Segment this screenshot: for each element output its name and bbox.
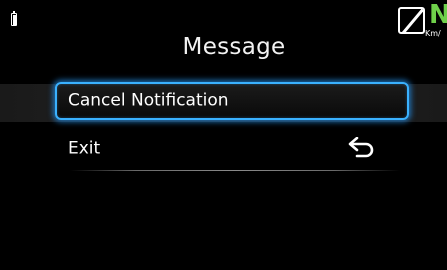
menu-item-label: Exit (68, 138, 101, 159)
battery-icon (11, 10, 17, 26)
gear-indicator: N (429, 0, 447, 30)
divider (70, 170, 400, 171)
speed-limit-off-icon (398, 7, 425, 34)
menu-item-cancel-notification[interactable]: Cancel Notification (55, 82, 409, 120)
page-title: Message (182, 34, 286, 60)
back-arrow-icon (348, 137, 374, 158)
menu-item-exit[interactable]: Exit (55, 130, 409, 168)
display-screen: N Km/ Message Cancel Notification Exit (0, 0, 447, 270)
menu-item-label: Cancel Notification (68, 90, 229, 111)
